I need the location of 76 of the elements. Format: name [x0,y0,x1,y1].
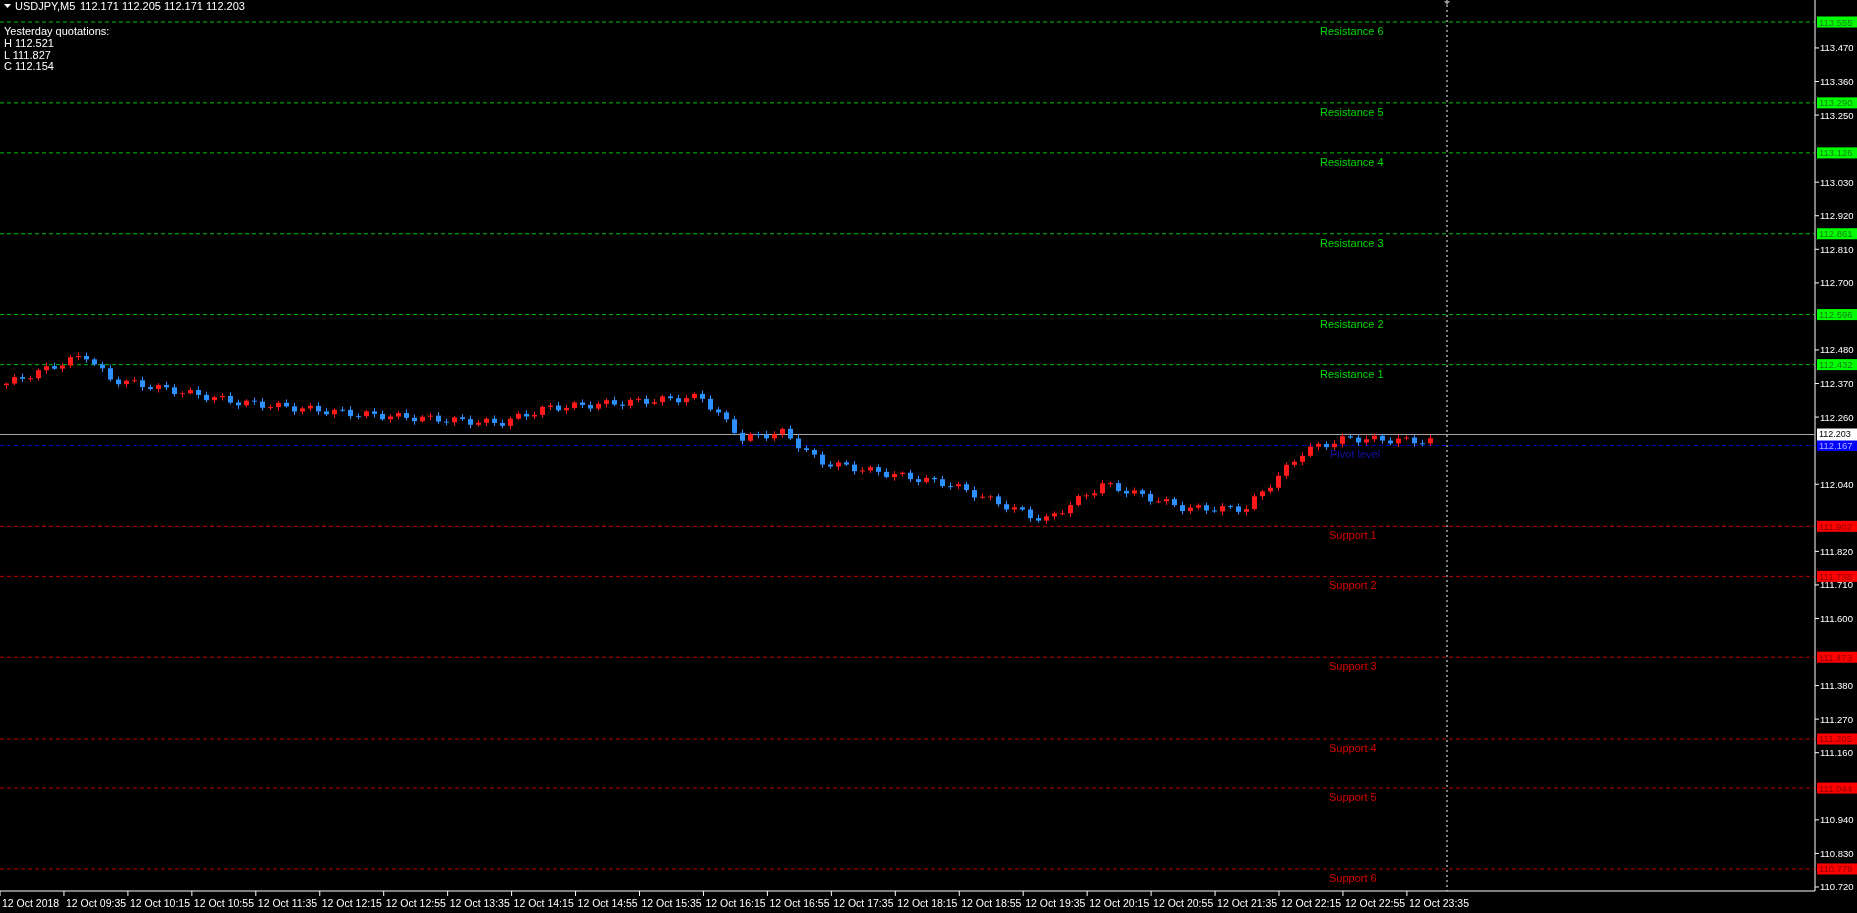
level-label: Resistance 3 [1320,236,1384,249]
price-tick: 111.160 [1820,747,1853,759]
level-price: 112.596 [1819,309,1853,321]
price-tick: 112.920 [1820,210,1854,222]
time-tick: 12 Oct 22:55 [1344,897,1406,909]
time-tick: 12 Oct 19:35 [1025,897,1086,909]
level-price: 111.738 [1819,570,1852,582]
price-tick: 112.700 [1820,277,1854,289]
price-tick: 112.370 [1820,378,1854,390]
level-price: 112.432 [1819,359,1853,371]
price-tick: 111.270 [1820,713,1853,725]
time-tick: 12 Oct 22:15 [1281,897,1342,909]
level-label: Support 2 [1329,579,1377,592]
level-label: Pivot level [1330,448,1381,461]
time-tick: 12 Oct 17:35 [833,897,894,909]
quote-values: 112.171 112.205 112.171 112.203 [80,0,245,12]
price-tick: 111.820 [1820,545,1853,557]
price-tick: 112.810 [1820,243,1854,255]
price-tick: 110.940 [1820,814,1854,826]
level-label: Support 1 [1329,529,1377,542]
level-price: 110.779 [1819,863,1853,875]
price-tick: 111.600 [1820,612,1853,624]
time-tick: 12 Oct 10:55 [193,897,254,909]
level-price: 112.167 [1819,440,1853,451]
level-label: Resistance 6 [1320,25,1384,37]
level-price: 112.861 [1819,228,1853,240]
time-tick: 12 Oct 11:35 [257,897,318,909]
symbol-label: USDJPY,M5 [15,0,76,12]
level-label: Support 6 [1329,871,1377,884]
price-tick: 111.710 [1820,579,1853,591]
time-tick: 12 Oct 20:15 [1089,897,1150,909]
yesterday-title: Yesterday quotations: [4,25,110,37]
time-tick: 12 Oct 09:35 [65,897,127,909]
time-tick: 12 Oct 16:15 [705,897,766,909]
time-tick: 12 Oct 18:55 [961,897,1022,909]
price-tick: 112.480 [1820,344,1854,356]
level-label: Resistance 4 [1320,155,1384,168]
yesterday-quote: C 112.154 [4,60,54,72]
level-price: 113.126 [1819,147,1853,159]
level-label: Resistance 5 [1320,105,1384,118]
time-tick: 12 Oct 10:15 [129,897,190,909]
time-tick: 12 Oct 13:35 [449,897,510,909]
current-price: 112.203 [1817,428,1857,441]
time-tick: 12 Oct 23:35 [1408,897,1470,909]
price-tick: 113.030 [1820,176,1854,188]
level-price: 111.473 [1819,651,1852,663]
yesterday-quote: H 112.521 [4,37,54,49]
time-tick: 12 Oct 20:55 [1153,897,1214,909]
level-label: Resistance 1 [1320,367,1384,380]
price-tick: 111.380 [1820,680,1853,692]
level-price: 111.205 [1819,733,1852,745]
level-price: 113.290 [1819,97,1853,109]
level-price: 111.902 [1819,520,1852,532]
level-label: Support 5 [1329,791,1377,804]
time-tick: 12 Oct 15:35 [641,897,702,909]
level-label: Support 3 [1329,660,1377,673]
time-tick: 12 Oct 14:15 [513,897,574,909]
level-label: Support 4 [1329,742,1377,754]
level-price: 113.555 [1819,16,1853,28]
price-tick: 113.360 [1820,76,1854,87]
time-tick: 12 Oct 21:35 [1217,897,1278,909]
yesterday-quote: L 111.827 [4,48,51,61]
time-tick: 12 Oct 2018 [2,897,60,909]
time-tick: 12 Oct 14:55 [577,897,638,909]
price-tick: 113.470 [1820,42,1854,54]
price-tick: 110.720 [1820,881,1854,893]
time-tick: 12 Oct 18:15 [897,897,958,909]
time-tick: 12 Oct 12:15 [321,897,382,909]
price-tick: 113.250 [1820,109,1854,121]
price-tick: 110.830 [1820,847,1854,859]
level-label: Resistance 2 [1320,317,1384,330]
price-tick: 112.260 [1820,411,1854,423]
time-tick: 12 Oct 12:55 [385,897,446,909]
level-price: 111.044 [1819,782,1852,794]
price-tick: 112.040 [1820,478,1854,490]
time-tick: 12 Oct 16:55 [769,897,830,909]
